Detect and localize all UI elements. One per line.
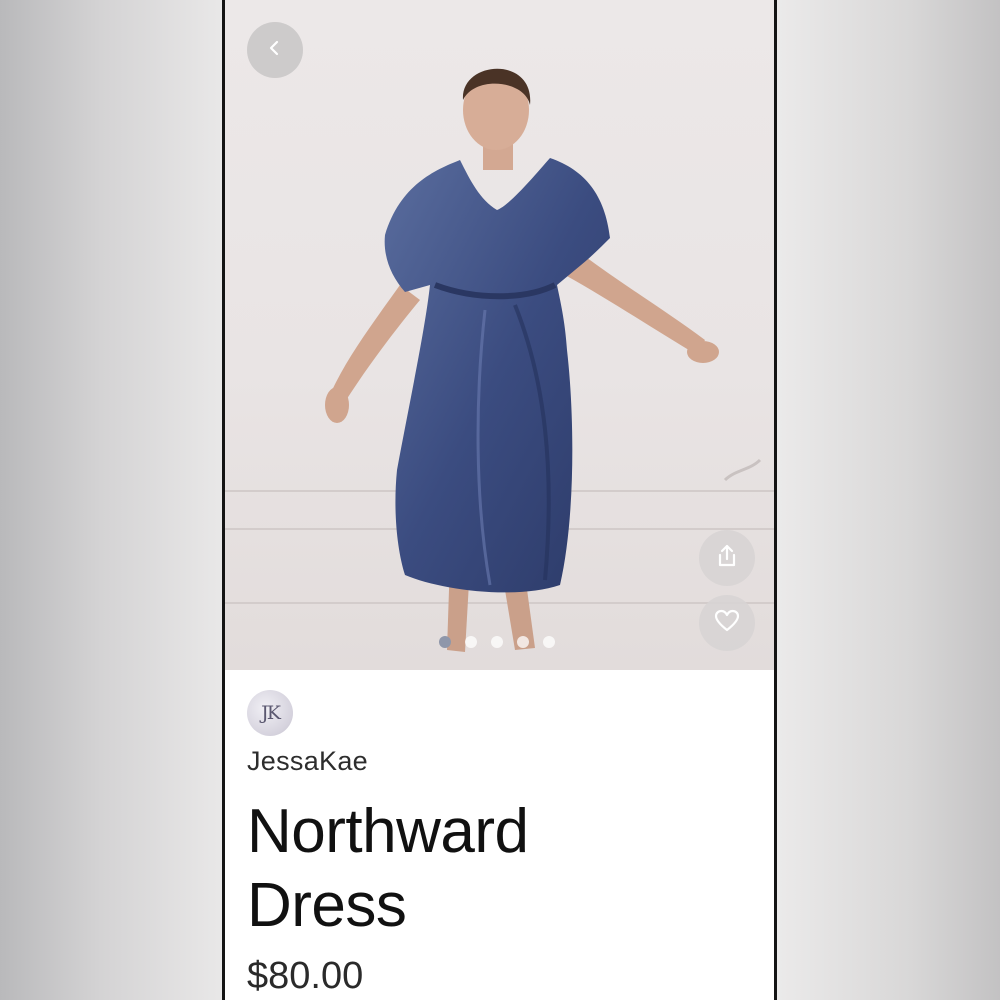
back-button[interactable] bbox=[247, 22, 303, 78]
carousel-dot[interactable] bbox=[465, 636, 477, 648]
product-title-line: Northward bbox=[247, 797, 529, 866]
carousel-dot[interactable] bbox=[517, 636, 529, 648]
brand-name[interactable]: JessaKae bbox=[247, 746, 747, 777]
backdrop-left bbox=[0, 0, 224, 1000]
product-price: $80.00 bbox=[247, 955, 364, 997]
product-info: JK JessaKae Northward Dress bbox=[247, 690, 747, 943]
model-photo bbox=[325, 68, 762, 652]
chevron-left-icon bbox=[266, 39, 284, 62]
product-title: Northward Dress bbox=[247, 795, 747, 943]
carousel-indicator bbox=[439, 636, 555, 648]
favorite-button[interactable] bbox=[699, 595, 755, 651]
brand-logo-text: JK bbox=[261, 702, 281, 724]
product-image[interactable] bbox=[225, 0, 774, 670]
heart-icon bbox=[714, 609, 740, 638]
brand-logo[interactable]: JK bbox=[247, 690, 293, 736]
carousel-dot[interactable] bbox=[439, 636, 451, 648]
phone-screen: JK JessaKae Northward Dress $80.00 bbox=[222, 0, 777, 1000]
share-icon bbox=[714, 543, 740, 574]
carousel-dot[interactable] bbox=[543, 636, 555, 648]
backdrop-right bbox=[777, 0, 1000, 1000]
product-title-line: Dress bbox=[247, 871, 407, 940]
share-button[interactable] bbox=[699, 530, 755, 586]
carousel-dot[interactable] bbox=[491, 636, 503, 648]
